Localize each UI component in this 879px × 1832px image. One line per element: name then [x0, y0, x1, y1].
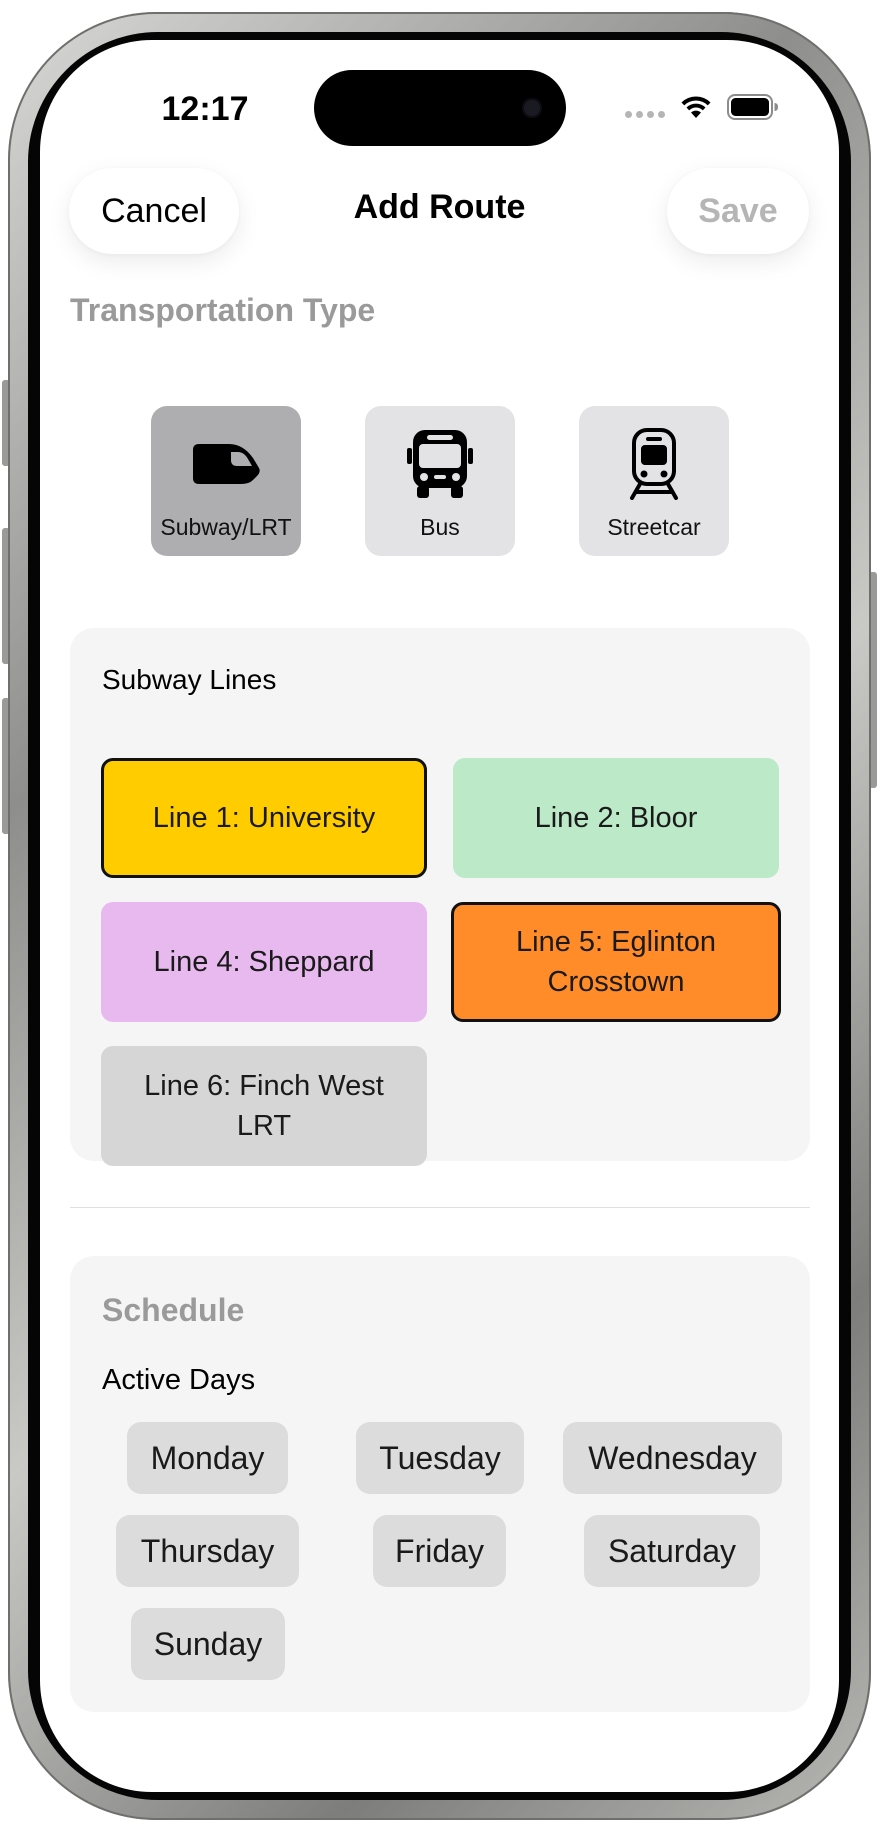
- line-1-button[interactable]: Line 1: University: [101, 758, 427, 878]
- subway-icon: [191, 426, 261, 502]
- type-bus-label: Bus: [420, 514, 460, 540]
- type-subway-label: Subway/LRT: [160, 514, 292, 540]
- camera-icon: [524, 100, 540, 116]
- type-streetcar-label: Streetcar: [607, 514, 701, 540]
- day-sunday-chip[interactable]: Sunday: [131, 1608, 285, 1680]
- day-thursday-chip[interactable]: Thursday: [116, 1515, 299, 1587]
- bus-icon: [407, 426, 473, 502]
- signal-icon: [625, 110, 665, 118]
- line-5-button[interactable]: Line 5: Eglinton Crosstown: [451, 902, 781, 1022]
- day-wednesday-chip[interactable]: Wednesday: [563, 1422, 782, 1494]
- transportation-type-label: Transportation Type: [70, 292, 376, 328]
- line-2-button[interactable]: Line 2: Bloor: [453, 758, 779, 878]
- day-monday-chip[interactable]: Monday: [127, 1422, 288, 1494]
- status-icons: [625, 92, 779, 122]
- wifi-icon: [681, 96, 711, 118]
- type-bus-button[interactable]: Bus: [365, 406, 515, 556]
- type-streetcar-button[interactable]: Streetcar: [579, 406, 729, 556]
- type-subway-button[interactable]: Subway/LRT: [151, 406, 301, 556]
- status-time: 12:17: [161, 90, 249, 128]
- schedule-card: Schedule Active Days Monday Tuesday Wedn…: [70, 1256, 810, 1712]
- active-days-label: Active Days: [102, 1364, 256, 1396]
- screen: 12:17 Cancel Add Route Save Transportati…: [40, 40, 839, 1792]
- line-6-button[interactable]: Line 6: Finch West LRT: [101, 1046, 427, 1166]
- day-friday-chip[interactable]: Friday: [373, 1515, 506, 1587]
- save-button[interactable]: Save: [667, 168, 809, 254]
- subway-lines-heading: Subway Lines: [102, 664, 277, 695]
- day-saturday-chip[interactable]: Saturday: [584, 1515, 760, 1587]
- streetcar-icon: [626, 426, 682, 502]
- section-divider: [70, 1207, 810, 1208]
- battery-icon: [727, 94, 778, 120]
- subway-lines-card: Subway Lines Line 1: University Line 2: …: [70, 628, 810, 1166]
- line-4-button[interactable]: Line 4: Sheppard: [101, 902, 427, 1022]
- dynamic-island: [314, 70, 566, 146]
- schedule-title: Schedule: [102, 1292, 245, 1328]
- day-tuesday-chip[interactable]: Tuesday: [356, 1422, 524, 1494]
